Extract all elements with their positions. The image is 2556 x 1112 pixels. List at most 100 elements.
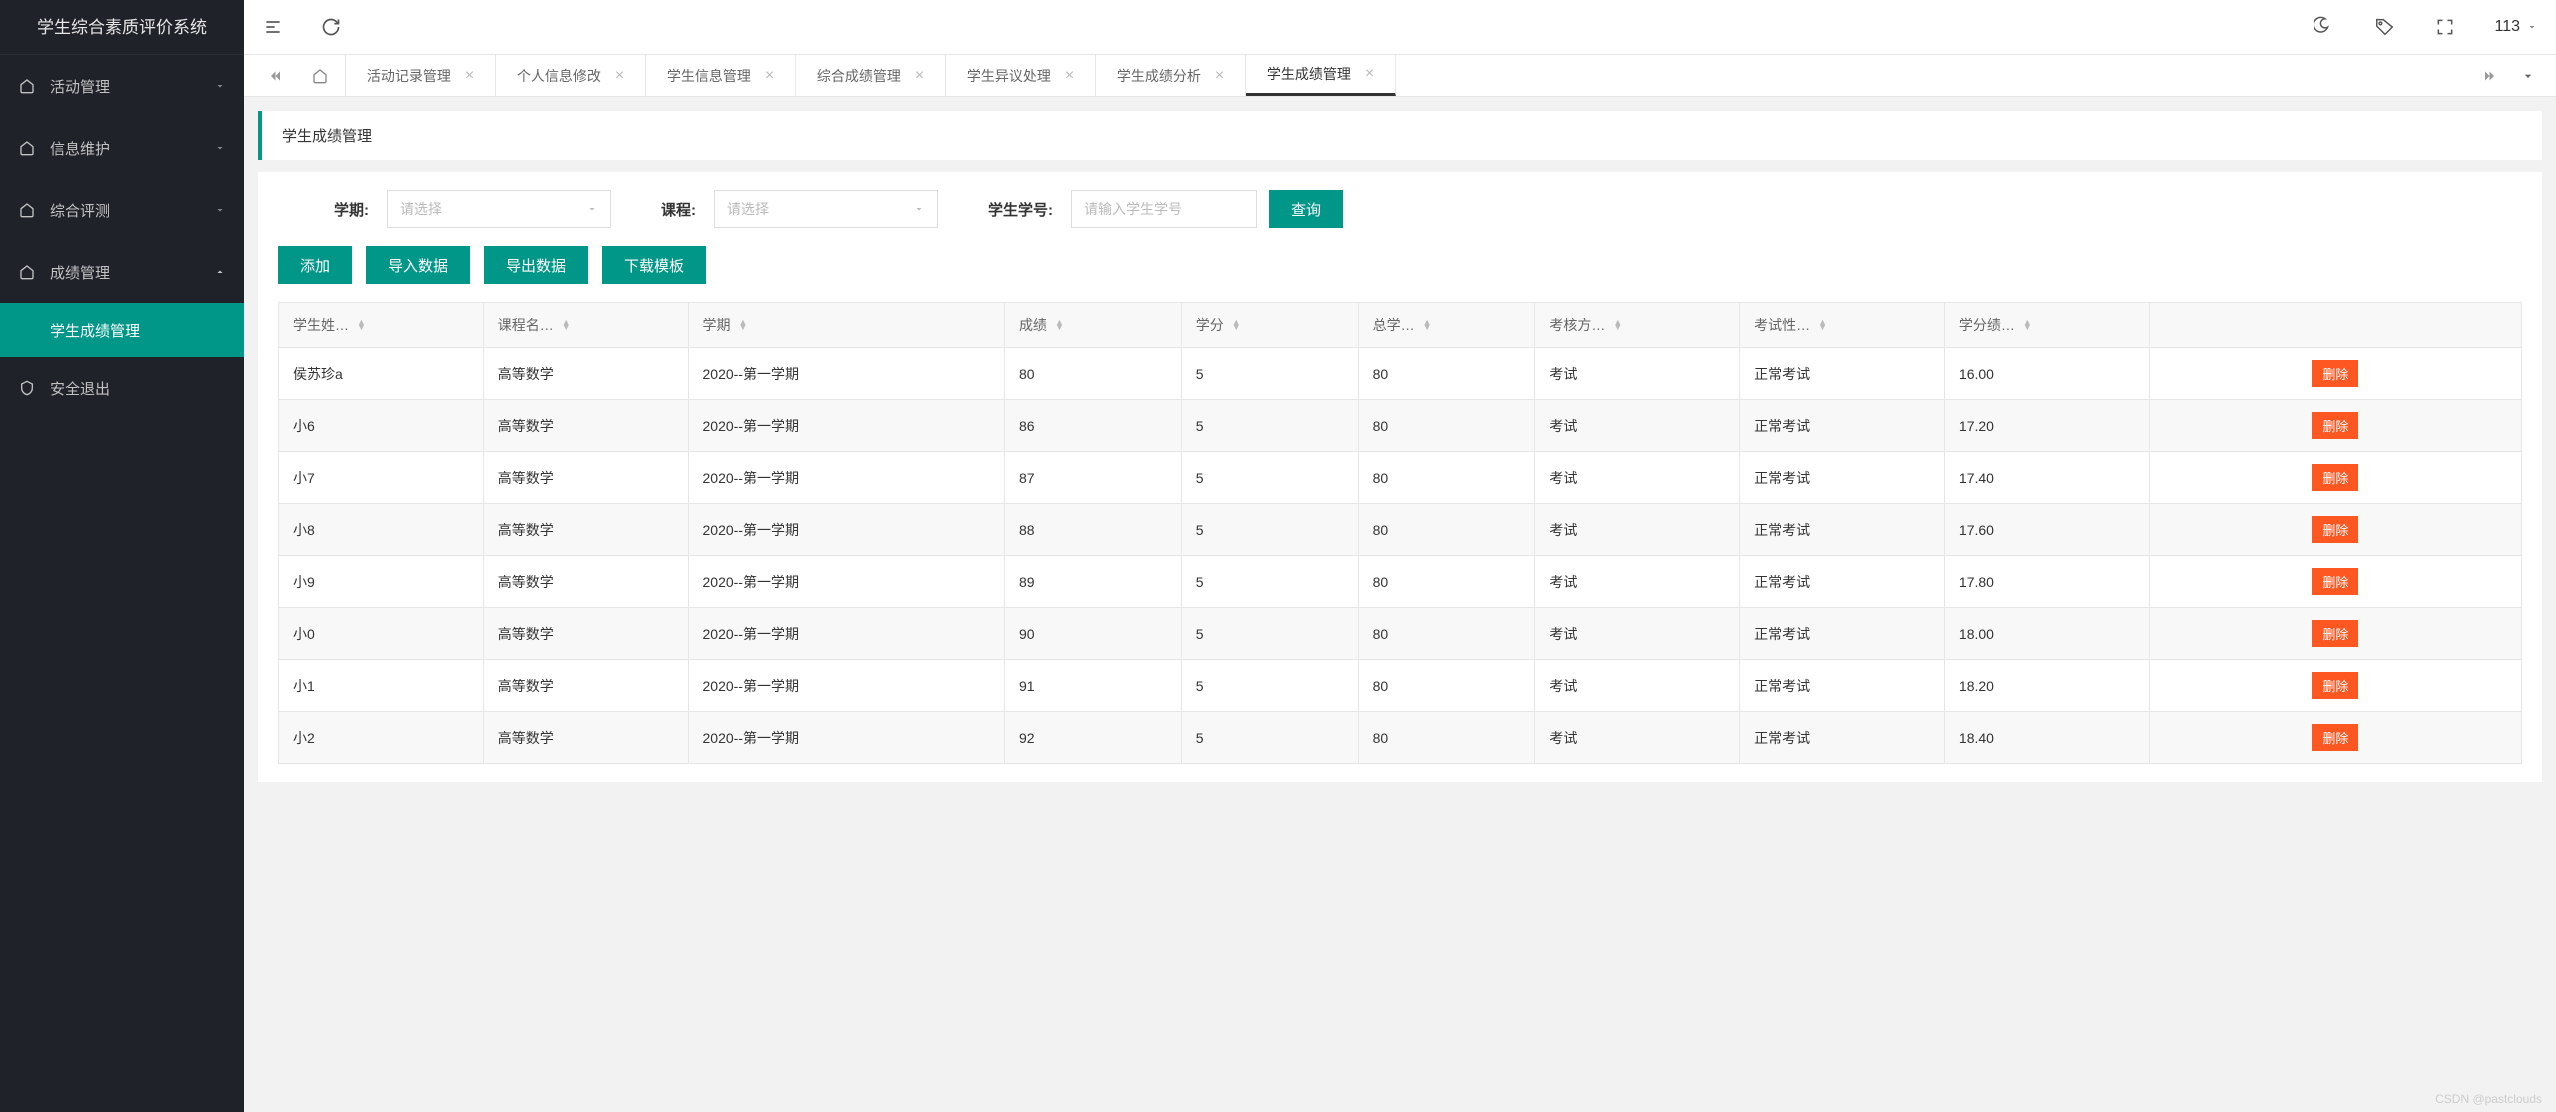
table-cell: 高等数学 <box>483 660 688 712</box>
tab-label: 学生成绩分析 <box>1117 66 1201 86</box>
grades-table: 学生姓…▲▼课程名…▲▼学期▲▼成绩▲▼学分▲▼总学…▲▼考核方…▲▼考试性…▲… <box>278 302 2522 764</box>
table-cell: 2020--第一学期 <box>688 504 1004 556</box>
student-id-input[interactable]: 请输入学生学号 <box>1071 190 1257 228</box>
sort-icon[interactable]: ▲▼ <box>562 320 571 330</box>
tab[interactable]: 学生信息管理 × <box>646 55 796 96</box>
sort-icon[interactable]: ▲▼ <box>357 320 366 330</box>
delete-button[interactable]: 删除 <box>2312 672 2358 699</box>
tab[interactable]: 学生异议处理 × <box>946 55 1096 96</box>
sort-icon[interactable]: ▲▼ <box>1055 320 1064 330</box>
tag-icon[interactable] <box>2374 16 2396 38</box>
close-icon[interactable]: × <box>1365 65 1374 83</box>
sort-icon[interactable]: ▲▼ <box>1232 320 1241 330</box>
table-cell: 删除 <box>2149 504 2521 556</box>
table-cell: 考试 <box>1535 504 1740 556</box>
sort-icon[interactable]: ▲▼ <box>1818 320 1827 330</box>
column-header[interactable]: 考试性…▲▼ <box>1740 303 1945 348</box>
panel-body: 学期: 请选择 课程: 请选择 学生学号: 请输入学生学号 <box>258 172 2542 782</box>
tab[interactable]: 个人信息修改× <box>496 55 646 96</box>
add-button[interactable]: 添加 <box>278 246 352 284</box>
column-header[interactable]: 学生姓…▲▼ <box>279 303 484 348</box>
sidebar-item-grades[interactable]: 成绩管理 <box>0 241 244 303</box>
watermark: CSDN @pastclouds <box>2435 1092 2542 1106</box>
sort-icon[interactable]: ▲▼ <box>2023 320 2032 330</box>
delete-button[interactable]: 删除 <box>2312 620 2358 647</box>
tab-label: 学生信息管理 <box>667 66 751 86</box>
sort-icon[interactable]: ▲▼ <box>739 320 748 330</box>
close-icon[interactable]: × <box>1065 67 1074 85</box>
sidebar-item-activity[interactable]: 活动管理 <box>0 55 244 117</box>
column-header[interactable] <box>2149 303 2521 348</box>
collapse-sidebar-button[interactable] <box>262 16 284 38</box>
tab-scroll-right[interactable] <box>2482 67 2500 85</box>
close-icon[interactable]: × <box>1215 67 1224 85</box>
topbar: 113 <box>244 0 2556 55</box>
delete-button[interactable]: 删除 <box>2312 412 2358 439</box>
table-cell: 5 <box>1181 452 1358 504</box>
sidebar-item-info[interactable]: 信息维护 <box>0 117 244 179</box>
sort-icon[interactable]: ▲▼ <box>1423 320 1432 330</box>
home-icon <box>18 77 36 95</box>
table-cell: 小1 <box>279 660 484 712</box>
tab-home[interactable] <box>294 55 346 96</box>
column-header[interactable]: 成绩▲▼ <box>1004 303 1181 348</box>
query-button[interactable]: 查询 <box>1269 190 1343 228</box>
delete-button[interactable]: 删除 <box>2312 724 2358 751</box>
close-icon[interactable]: × <box>765 67 774 85</box>
fullscreen-icon[interactable] <box>2434 16 2456 38</box>
column-header[interactable]: 考核方… ▲▼ <box>1535 303 1740 348</box>
sidebar-item-evaluation[interactable]: 综合评测 <box>0 179 244 241</box>
tab[interactable]: 学生成绩管理× <box>1246 55 1396 96</box>
home-icon <box>18 263 36 281</box>
refresh-button[interactable] <box>320 16 342 38</box>
tab[interactable]: 综合成绩管理× <box>796 55 946 96</box>
export-button[interactable]: 导出数据 <box>484 246 588 284</box>
close-icon[interactable]: × <box>615 67 624 85</box>
table-cell: 2020--第一学期 <box>688 712 1004 764</box>
tab-label: 学生异议处理 <box>967 66 1051 86</box>
sidebar-item-logout[interactable]: 安全退出 <box>0 357 244 419</box>
theme-icon[interactable] <box>2314 16 2336 38</box>
shield-icon <box>18 379 36 397</box>
column-header[interactable]: 学期▲▼ <box>688 303 1004 348</box>
tab-menu[interactable] <box>2520 68 2536 84</box>
chevron-down-icon <box>2526 21 2538 33</box>
close-icon[interactable]: × <box>465 67 474 85</box>
table-cell: 90 <box>1004 608 1181 660</box>
column-header[interactable]: 学分绩…▲▼ <box>1944 303 2149 348</box>
sort-icon[interactable]: ▲▼ <box>1613 320 1622 330</box>
table-cell: 小2 <box>279 712 484 764</box>
student-id-label: 学生学号: <box>988 199 1053 220</box>
select-placeholder: 请选择 <box>400 199 442 219</box>
column-header[interactable]: 学分▲▼ <box>1181 303 1358 348</box>
table-cell: 80 <box>1358 400 1535 452</box>
sidebar-item-grade-manage[interactable]: 学生成绩管理 <box>0 303 244 357</box>
header-label: 考核方… <box>1549 315 1605 335</box>
delete-button[interactable]: 删除 <box>2312 568 2358 595</box>
user-menu[interactable]: 113 <box>2494 18 2538 36</box>
delete-button[interactable]: 删除 <box>2312 464 2358 491</box>
semester-select[interactable]: 请选择 <box>387 190 611 228</box>
tab-scroll-left[interactable] <box>254 55 294 96</box>
table-cell: 17.80 <box>1944 556 2149 608</box>
chevron-down-icon <box>214 142 226 154</box>
table-cell: 高等数学 <box>483 400 688 452</box>
course-select[interactable]: 请选择 <box>714 190 938 228</box>
column-header[interactable]: 总学…▲▼ <box>1358 303 1535 348</box>
table-cell: 80 <box>1004 348 1181 400</box>
header-label: 课程名… <box>498 315 554 335</box>
home-icon <box>18 201 36 219</box>
tab[interactable]: 学生成绩分析 × <box>1096 55 1246 96</box>
table-cell: 88 <box>1004 504 1181 556</box>
delete-button[interactable]: 删除 <box>2312 516 2358 543</box>
delete-button[interactable]: 删除 <box>2312 360 2358 387</box>
chevron-down-icon <box>214 80 226 92</box>
chevron-up-icon <box>214 266 226 278</box>
table-cell: 17.20 <box>1944 400 2149 452</box>
download-template-button[interactable]: 下载模板 <box>602 246 706 284</box>
tab[interactable]: 活动记录管理× <box>346 55 496 96</box>
table-cell: 16.00 <box>1944 348 2149 400</box>
column-header[interactable]: 课程名… ▲▼ <box>483 303 688 348</box>
import-button[interactable]: 导入数据 <box>366 246 470 284</box>
close-icon[interactable]: × <box>915 67 924 85</box>
